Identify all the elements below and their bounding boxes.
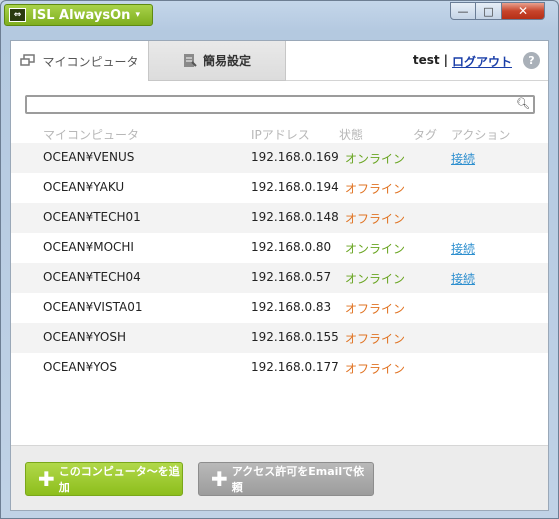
status-online: オンライン bbox=[345, 272, 406, 286]
table-row[interactable]: OCEAN¥TECH01 192.168.0.148 オフライン bbox=[11, 203, 548, 233]
user-area: test | ログアウト bbox=[413, 53, 512, 70]
add-computer-button[interactable]: ✚ このコンピュータ～を追加 bbox=[25, 462, 183, 496]
connect-link[interactable]: 接続 bbox=[451, 270, 475, 287]
chevron-down-icon: ▾ bbox=[135, 10, 140, 20]
ip-address: 192.168.0.194 bbox=[251, 180, 339, 194]
status-offline: オフライン bbox=[345, 302, 406, 316]
help-icon[interactable]: ? bbox=[523, 52, 540, 69]
ip-address: 192.168.0.155 bbox=[251, 330, 339, 344]
table-row[interactable]: OCEAN¥YOS 192.168.0.177 オフライン bbox=[11, 353, 548, 383]
table-row[interactable]: OCEAN¥MOCHI 192.168.0.80 オンライン 接続 bbox=[11, 233, 548, 263]
computer-name: OCEAN¥MOCHI bbox=[43, 240, 134, 254]
app-menu-button[interactable]: ⇔ ISL AlwaysOn ▾ bbox=[4, 4, 153, 26]
status-offline: オフライン bbox=[345, 332, 406, 346]
search-input[interactable] bbox=[27, 97, 507, 112]
computer-name: OCEAN¥VENUS bbox=[43, 150, 135, 164]
plus-icon: ✚ bbox=[38, 467, 55, 491]
ip-address: 192.168.0.80 bbox=[251, 240, 332, 254]
tab-label: マイコンピュータ bbox=[42, 54, 139, 69]
status-online: オンライン bbox=[345, 152, 406, 166]
header-ip[interactable]: IPアドレス bbox=[251, 126, 310, 143]
tab-my-computers[interactable]: マイコンピュータ bbox=[11, 41, 148, 81]
header-name[interactable]: マイコンピュータ bbox=[43, 126, 139, 143]
tab-bar: マイコンピュータ 簡易設定 test | ログアウト ? bbox=[11, 41, 548, 81]
table-row[interactable]: OCEAN¥YAKU 192.168.0.194 オフライン bbox=[11, 173, 548, 203]
table-row[interactable]: OCEAN¥YOSH 192.168.0.155 オフライン bbox=[11, 323, 548, 353]
client-area: マイコンピュータ 簡易設定 test | ログアウト ? 🔍︎ マイコンピュータ… bbox=[10, 40, 549, 511]
settings-doc-icon bbox=[183, 54, 197, 67]
logout-link[interactable]: ログアウト bbox=[452, 53, 512, 70]
request-access-label: アクセス許可をEmailで依頼 bbox=[231, 465, 365, 494]
minimize-button[interactable]: — bbox=[450, 2, 476, 20]
app-window: ⇔ ISL AlwaysOn ▾ — □ ✕ マイコンピュータ 簡易設定 tes… bbox=[0, 0, 559, 519]
table-row[interactable]: OCEAN¥VISTA01 192.168.0.83 オフライン bbox=[11, 293, 548, 323]
status-offline: オフライン bbox=[345, 362, 406, 376]
app-title: ISL AlwaysOn bbox=[32, 7, 131, 23]
ip-address: 192.168.0.83 bbox=[251, 300, 332, 314]
user-bar: test | ログアウト ? bbox=[286, 41, 548, 81]
ip-address: 192.168.0.148 bbox=[251, 210, 339, 224]
add-computer-label: このコンピュータ～を追加 bbox=[58, 465, 180, 494]
header-tag[interactable]: タグ bbox=[413, 126, 437, 143]
computer-name: OCEAN¥VISTA01 bbox=[43, 300, 143, 314]
computer-name: OCEAN¥YAKU bbox=[43, 180, 125, 194]
computer-name: OCEAN¥YOS bbox=[43, 360, 117, 374]
table-row[interactable]: OCEAN¥TECH04 192.168.0.57 オンライン 接続 bbox=[11, 263, 548, 293]
computers-icon bbox=[20, 54, 36, 66]
table-row[interactable]: OCEAN¥VENUS 192.168.0.169 オンライン 接続 bbox=[11, 143, 548, 173]
close-button[interactable]: ✕ bbox=[502, 2, 545, 20]
computer-name: OCEAN¥YOSH bbox=[43, 330, 126, 344]
request-access-button[interactable]: ✚ アクセス許可をEmailで依頼 bbox=[198, 462, 374, 496]
ip-address: 192.168.0.57 bbox=[251, 270, 332, 284]
connect-link[interactable]: 接続 bbox=[451, 150, 475, 167]
connect-link[interactable]: 接続 bbox=[451, 240, 475, 257]
app-logo-icon: ⇔ bbox=[9, 8, 26, 22]
ip-address: 192.168.0.177 bbox=[251, 360, 339, 374]
window-controls: — □ ✕ bbox=[450, 2, 545, 20]
status-offline: オフライン bbox=[345, 212, 406, 226]
computer-list-panel: 🔍︎ マイコンピュータ IPアドレス 状態 タグ アクション OCEAN¥VEN… bbox=[11, 81, 548, 445]
tab-quick-settings[interactable]: 簡易設定 bbox=[148, 41, 286, 81]
computer-name: OCEAN¥TECH04 bbox=[43, 270, 141, 284]
plus-icon: ✚ bbox=[211, 467, 228, 491]
header-status[interactable]: 状態 bbox=[339, 126, 363, 143]
status-offline: オフライン bbox=[345, 182, 406, 196]
tab-label: 簡易設定 bbox=[202, 54, 251, 68]
username: test bbox=[412, 53, 440, 67]
separator: | bbox=[443, 53, 448, 67]
footer-bar: ✚ このコンピュータ～を追加 ✚ アクセス許可をEmailで依頼 bbox=[11, 445, 548, 510]
ip-address: 192.168.0.169 bbox=[251, 150, 339, 164]
search-icon[interactable]: 🔍︎ bbox=[516, 97, 530, 110]
table-header: マイコンピュータ IPアドレス 状態 タグ アクション bbox=[11, 126, 548, 142]
header-action[interactable]: アクション bbox=[451, 126, 510, 143]
computer-name: OCEAN¥TECH01 bbox=[43, 210, 141, 224]
status-online: オンライン bbox=[345, 242, 406, 256]
search-box: 🔍︎ bbox=[25, 95, 535, 114]
maximize-button[interactable]: □ bbox=[476, 2, 502, 20]
